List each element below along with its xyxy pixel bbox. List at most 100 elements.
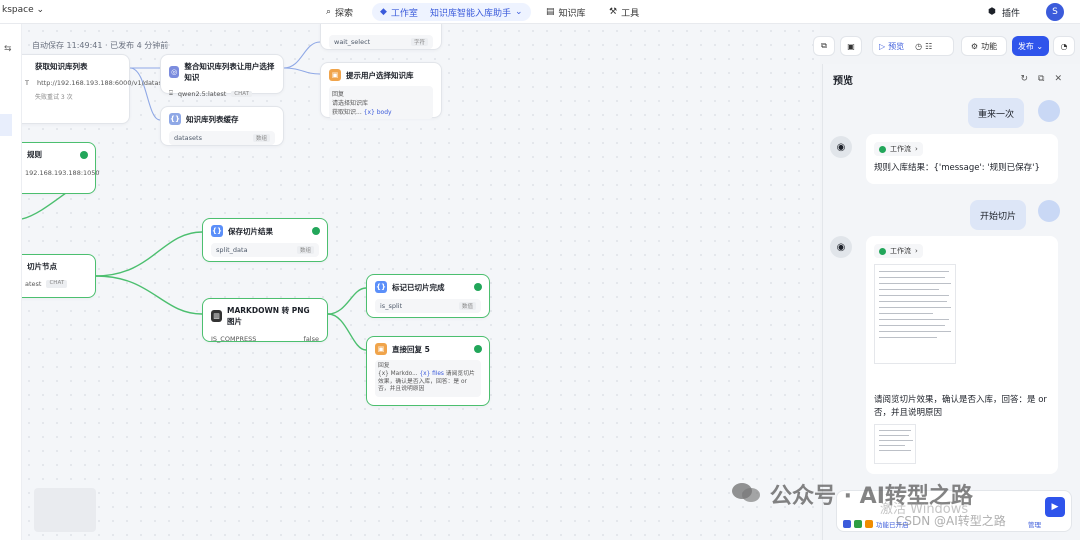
send-button[interactable]: ▶ xyxy=(1045,497,1065,517)
publish-label: 发布 xyxy=(1017,41,1034,51)
node-title: 切片节点 xyxy=(27,262,57,271)
var-name: wait_select xyxy=(334,38,371,46)
history-button[interactable]: ◔ xyxy=(1053,36,1075,56)
edge-cut-to-save xyxy=(95,231,203,277)
refresh-icon[interactable]: ↻ xyxy=(1020,74,1028,84)
nav-tools[interactable]: ⚒ 工具 xyxy=(609,3,639,21)
current-app-name[interactable]: 知识库智能入库助手 xyxy=(430,6,511,19)
node-get-kb-list[interactable]: 获取知识库列表 T http://192.168.193.188:6000/v1… xyxy=(22,54,172,124)
rule-url: 192.168.193.188:1050 xyxy=(25,169,100,177)
toolbar-button-1[interactable]: ⧉ xyxy=(813,36,835,56)
edge-mdpng-to-reply xyxy=(327,313,367,351)
play-icon: ▷ xyxy=(879,41,886,51)
node-var: split_data 数组 xyxy=(211,243,319,257)
close-icon[interactable]: ✕ xyxy=(1054,74,1062,84)
var-name: datasets xyxy=(174,134,202,142)
node-direct-reply[interactable]: ▣ 直接回复 5 回复 {x} Markdo... {x} files 请阅览切片… xyxy=(366,336,490,406)
user-avatar[interactable]: S xyxy=(1046,3,1064,21)
checklist-icon[interactable]: ☷ xyxy=(925,42,932,51)
explore-icon: ⌕ xyxy=(326,7,332,17)
model-name: qwen2.5:latest xyxy=(177,89,227,98)
manage-link[interactable]: 管理 xyxy=(1028,519,1041,529)
node-wait-select[interactable]: wait_select 字符 xyxy=(320,24,442,50)
message-text: 重来一次 xyxy=(978,109,1015,120)
workflow-label: 工作流 xyxy=(890,247,911,255)
node-var: wait_select 字符 xyxy=(329,35,433,49)
studio-icon: ◆ xyxy=(380,7,387,17)
plugin-link[interactable]: 插件 xyxy=(1002,6,1020,19)
node-title: 直接回复 5 xyxy=(392,344,430,354)
split-preview-image-2[interactable] xyxy=(874,424,916,465)
feature-label: 功能 xyxy=(981,41,998,51)
history-icon[interactable]: ◷ xyxy=(915,42,922,51)
param-name: IS_COMPRESS xyxy=(211,335,257,343)
reply-var-a: 获取知识... xyxy=(332,109,362,116)
model-line: ⍓ qwen2.5:latest CHAT xyxy=(169,89,275,98)
tools-icon: ⚒ xyxy=(609,7,618,17)
workspace-name: kspace xyxy=(2,5,34,15)
workflow-chip[interactable]: 工作流 › xyxy=(874,142,923,156)
node-title: 标记已切片完成 xyxy=(392,282,445,292)
user-avatar-icon xyxy=(1038,200,1060,222)
message-bot-1: 工作流 › 规则入库结果：{'message': '规则已保存'} xyxy=(866,134,1058,184)
left-rail-active-item[interactable] xyxy=(0,114,12,136)
chevron-down-icon: ⌄ xyxy=(36,5,45,15)
param-line: IS_COMPRESS false xyxy=(211,335,319,343)
edge-list-to-cache xyxy=(129,67,161,121)
book-icon: ▤ xyxy=(546,7,555,17)
model-tag: CHAT xyxy=(46,280,68,288)
chevron-down-icon: ⌄ xyxy=(514,7,523,17)
node-title: 获取知识库列表 xyxy=(35,62,88,71)
feature-button[interactable]: ⚙ 功能 xyxy=(961,36,1007,56)
node-prompt-select[interactable]: ▣ 提示用户选择知识库 回复 请选择知识库 获取知识... {x} body xyxy=(320,62,442,119)
reply-content: 回复 请选择知识库 获取知识... {x} body xyxy=(329,86,433,119)
var-type: 数组 xyxy=(296,246,314,254)
edge-mdpng-to-done xyxy=(327,287,367,315)
node-kb-cache[interactable]: {} 知识库列表缓存 datasets 数组 xyxy=(160,106,284,146)
message-user-1: 重来一次 xyxy=(968,98,1025,128)
message-bot-2: 工作流 › 请阅览切片效果，确认是否入库，回答：是 or 否，并且说明原因 xyxy=(866,236,1058,474)
reply-label: 回复 xyxy=(378,363,390,369)
node-cut[interactable]: 切片节点 atest CHAT xyxy=(22,254,96,298)
model-line: atest CHAT xyxy=(22,280,87,288)
workflow-canvas[interactable]: 自动保存 11:49:41 · 已发布 4 分钟前 获取知识库列表 T http… xyxy=(22,24,820,540)
nav-explore[interactable]: ⌕ 探索 xyxy=(326,3,353,21)
variable-icon: {} xyxy=(211,225,223,237)
split-preview-image[interactable] xyxy=(874,264,956,364)
clock-icon: ◔ xyxy=(1060,41,1068,51)
node-save-split[interactable]: {} 保存切片结果 split_data 数组 xyxy=(202,218,328,262)
copy-icon[interactable]: ⧉ xyxy=(1038,74,1044,84)
swap-icon[interactable]: ⇆ xyxy=(4,44,12,54)
success-dot-icon xyxy=(879,247,886,255)
nav-studio[interactable]: ◆ 工作室 知识库智能入库助手 ⌄ xyxy=(372,3,531,21)
bot-avatar-icon: ◉ xyxy=(830,236,852,258)
http-method: T xyxy=(25,79,29,87)
env-icon: ▣ xyxy=(847,41,855,51)
node-rule[interactable]: 规则 192.168.193.188:1050 xyxy=(22,142,100,194)
node-mark-done[interactable]: {} 标记已切片完成 is_split 数值 xyxy=(366,274,490,318)
model-tag: CHAT xyxy=(231,90,252,97)
workspace-switcher[interactable]: kspace ⌄ xyxy=(2,5,44,15)
message-text: 请阅览切片效果，确认是否入库，回答：是 or 否，并且说明原因 xyxy=(874,395,1047,419)
variable-icon: {} xyxy=(375,281,387,293)
model-icon: ⍓ xyxy=(169,89,173,97)
node-var: datasets 数组 xyxy=(169,131,275,145)
nav-knowledge[interactable]: ▤ 知识库 xyxy=(546,3,586,21)
node-var: is_split 数值 xyxy=(375,299,481,313)
panel-title: 预览 xyxy=(833,76,853,87)
node-title: MARKDOWN 转 PNG 图片 xyxy=(227,306,310,326)
toolbar-button-2[interactable]: ▣ xyxy=(840,36,862,56)
success-check-icon xyxy=(80,151,88,159)
workflow-chip[interactable]: 工作流 › xyxy=(874,244,923,258)
var-type: 字符 xyxy=(410,38,428,46)
top-bar: kspace ⌄ ⌕ 探索 ◆ 工作室 知识库智能入库助手 ⌄ ▤ 知识库 ⚒ … xyxy=(0,0,1080,24)
node-md-to-png[interactable]: ▥ MARKDOWN 转 PNG 图片 IS_COMPRESS false xyxy=(202,298,328,343)
minimap[interactable] xyxy=(34,488,96,532)
nav-explore-label: 探索 xyxy=(335,8,354,19)
publish-button[interactable]: 发布 ⌄ xyxy=(1012,36,1049,56)
edge-integrate-to-wait xyxy=(283,41,321,69)
success-check-icon xyxy=(474,345,482,353)
preview-button[interactable]: 预览 xyxy=(888,41,904,52)
edge-cut-to-mdpng xyxy=(95,275,203,315)
node-integrate[interactable]: ◎ 整合知识库列表让用户选择知识 ⍓ qwen2.5:latest CHAT xyxy=(160,54,284,98)
